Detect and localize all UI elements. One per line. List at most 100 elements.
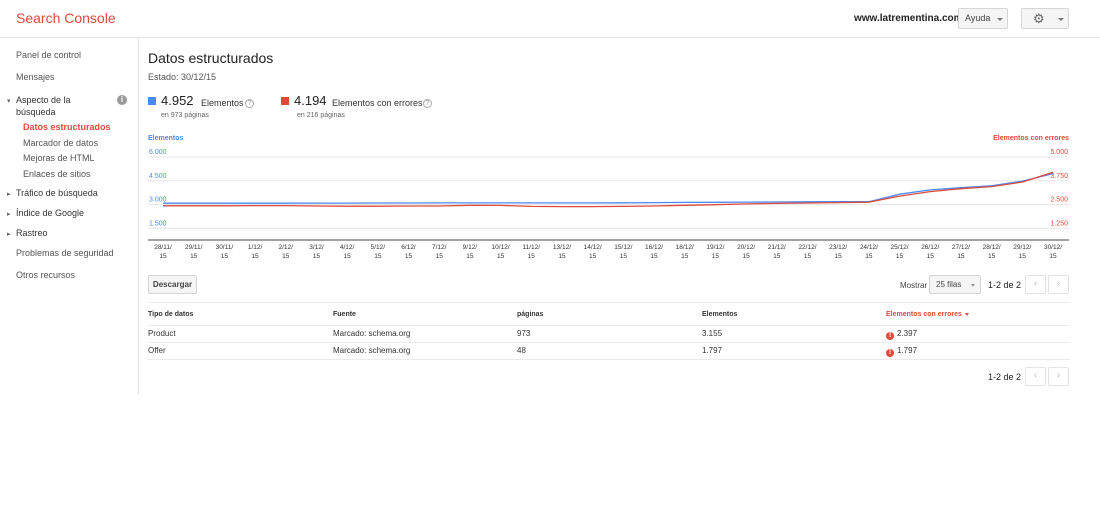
x-tick-label-year: 15 bbox=[528, 253, 536, 260]
column-header-elementos[interactable]: Elementos bbox=[702, 311, 737, 318]
next-page-button[interactable]: › bbox=[1048, 367, 1069, 386]
x-tick-label-year: 15 bbox=[988, 253, 996, 260]
cell-fuente: Marcado: schema.org bbox=[333, 346, 411, 355]
x-tick-label-year: 15 bbox=[773, 253, 781, 260]
download-button[interactable]: Descargar bbox=[148, 275, 197, 294]
x-tick-label: 27/12/ bbox=[952, 244, 970, 251]
x-tick-label: 4/12/ bbox=[340, 244, 355, 251]
x-tick-label: 29/12/ bbox=[1013, 244, 1031, 251]
x-tick-label-year: 15 bbox=[190, 253, 198, 260]
table-row[interactable]: Offer Marcado: schema.org 48 1.797 ! 1.79… bbox=[148, 343, 1070, 360]
table-row[interactable]: Product Marcado: schema.org 973 3.155 ! 2… bbox=[148, 326, 1070, 343]
column-header-errores[interactable]: Elementos con errores bbox=[886, 311, 969, 318]
x-tick-label: 14/12/ bbox=[584, 244, 602, 251]
x-tick-label-year: 15 bbox=[589, 253, 597, 260]
cell-elementos: 3.155 bbox=[702, 329, 723, 338]
error-icon: ! bbox=[886, 332, 894, 340]
cell-errores-value: 1.797 bbox=[897, 346, 918, 355]
prev-page-button[interactable]: ‹ bbox=[1025, 367, 1046, 386]
x-tick-label: 21/12/ bbox=[768, 244, 786, 251]
x-tick-label-year: 15 bbox=[957, 253, 965, 260]
right-axis-title: Elementos con errores bbox=[993, 135, 1069, 142]
x-tick-label: 25/12/ bbox=[891, 244, 909, 251]
x-tick-label-year: 15 bbox=[159, 253, 167, 260]
x-tick-label-year: 15 bbox=[558, 253, 566, 260]
column-header-paginas[interactable]: páginas bbox=[517, 311, 543, 318]
x-tick-label: 30/11/ bbox=[216, 244, 234, 251]
column-header-label: Elementos con errores bbox=[886, 311, 962, 318]
left-axis-title: Elementos bbox=[148, 135, 184, 142]
left-tick-label: 4.500 bbox=[149, 173, 167, 180]
x-tick-label-year: 15 bbox=[466, 253, 474, 260]
x-tick-label-year: 15 bbox=[221, 253, 229, 260]
x-tick-label: 5/12/ bbox=[371, 244, 386, 251]
x-tick-label-year: 15 bbox=[405, 253, 413, 260]
x-tick-label-year: 15 bbox=[374, 253, 382, 260]
cell-errores: ! 2.397 bbox=[886, 329, 917, 340]
x-tick-label: 22/12/ bbox=[798, 244, 816, 251]
x-tick-label: 20/12/ bbox=[737, 244, 755, 251]
show-label: Mostrar bbox=[900, 281, 928, 290]
x-tick-label-year: 15 bbox=[835, 253, 843, 260]
x-tick-label: 30/12/ bbox=[1044, 244, 1062, 251]
x-tick-label-year: 15 bbox=[497, 253, 505, 260]
x-tick-label: 1/12/ bbox=[248, 244, 263, 251]
x-tick-label: 28/11/ bbox=[154, 244, 172, 251]
cell-paginas: 973 bbox=[517, 329, 531, 338]
x-tick-label-year: 15 bbox=[742, 253, 750, 260]
left-tick-label: 1.500 bbox=[149, 220, 167, 227]
left-tick-label: 3.000 bbox=[149, 197, 167, 204]
x-tick-label-year: 15 bbox=[344, 253, 352, 260]
x-tick-label-year: 15 bbox=[681, 253, 689, 260]
table-header: Tipo de datos Fuente páginas Elementos E… bbox=[148, 302, 1070, 326]
right-tick-label: 5.000 bbox=[1050, 149, 1068, 156]
pagination-text: 1-2 de 2 bbox=[988, 372, 1022, 382]
cell-elementos: 1.797 bbox=[702, 346, 723, 355]
x-tick-label-year: 15 bbox=[620, 253, 628, 260]
x-tick-label: 29/11/ bbox=[185, 244, 203, 251]
column-header-fuente[interactable]: Fuente bbox=[333, 311, 356, 318]
x-tick-label-year: 15 bbox=[251, 253, 259, 260]
x-tick-label-year: 15 bbox=[1049, 253, 1057, 260]
sort-desc-icon bbox=[964, 312, 969, 316]
x-tick-label: 19/12/ bbox=[706, 244, 724, 251]
x-tick-label: 23/12/ bbox=[829, 244, 847, 251]
x-tick-label-year: 15 bbox=[896, 253, 904, 260]
x-tick-label: 2/12/ bbox=[279, 244, 294, 251]
x-tick-label: 9/12/ bbox=[463, 244, 478, 251]
x-tick-label: 18/12/ bbox=[676, 244, 694, 251]
x-tick-label: 28/12/ bbox=[983, 244, 1001, 251]
column-header-tipo[interactable]: Tipo de datos bbox=[148, 311, 193, 318]
cell-errores: ! 1.797 bbox=[886, 346, 917, 357]
right-tick-label: 3.750 bbox=[1050, 173, 1068, 180]
cell-fuente: Marcado: schema.org bbox=[333, 329, 411, 338]
x-tick-label: 3/12/ bbox=[309, 244, 324, 251]
x-tick-label-year: 15 bbox=[436, 253, 444, 260]
prev-page-button[interactable]: ‹ bbox=[1025, 275, 1046, 294]
x-tick-label-year: 15 bbox=[865, 253, 873, 260]
x-tick-label-year: 15 bbox=[313, 253, 321, 260]
structured-data-chart: Elementos Elementos con errores 6.000 5.000… bbox=[148, 135, 1069, 260]
next-page-button[interactable]: › bbox=[1048, 275, 1069, 294]
chevron-down-icon bbox=[971, 284, 975, 287]
x-tick-label-year: 15 bbox=[927, 253, 935, 260]
x-tick-label: 11/12/ bbox=[522, 244, 540, 251]
x-tick-label: 16/12/ bbox=[645, 244, 663, 251]
chevron-right-icon: › bbox=[1056, 370, 1061, 381]
x-tick-label-year: 15 bbox=[282, 253, 290, 260]
right-tick-label: 2.500 bbox=[1050, 197, 1068, 204]
pagination-text: 1-2 de 2 bbox=[988, 280, 1022, 290]
error-icon: ! bbox=[886, 349, 894, 357]
rows-per-page-select[interactable]: 25 filas bbox=[929, 275, 981, 294]
right-tick-label: 1.250 bbox=[1050, 220, 1068, 227]
series-line-elementos bbox=[163, 172, 1054, 204]
x-tick-label-year: 15 bbox=[650, 253, 658, 260]
cell-tipo: Offer bbox=[148, 346, 166, 355]
x-tick-label: 10/12/ bbox=[492, 244, 510, 251]
sidebar-item-otros-recursos[interactable]: Otros recursos bbox=[16, 270, 75, 280]
cell-tipo: Product bbox=[148, 329, 176, 338]
x-tick-label: 6/12/ bbox=[401, 244, 416, 251]
x-tick-label-year: 15 bbox=[1019, 253, 1027, 260]
cell-errores-value: 2.397 bbox=[897, 329, 918, 338]
cell-paginas: 48 bbox=[517, 346, 526, 355]
